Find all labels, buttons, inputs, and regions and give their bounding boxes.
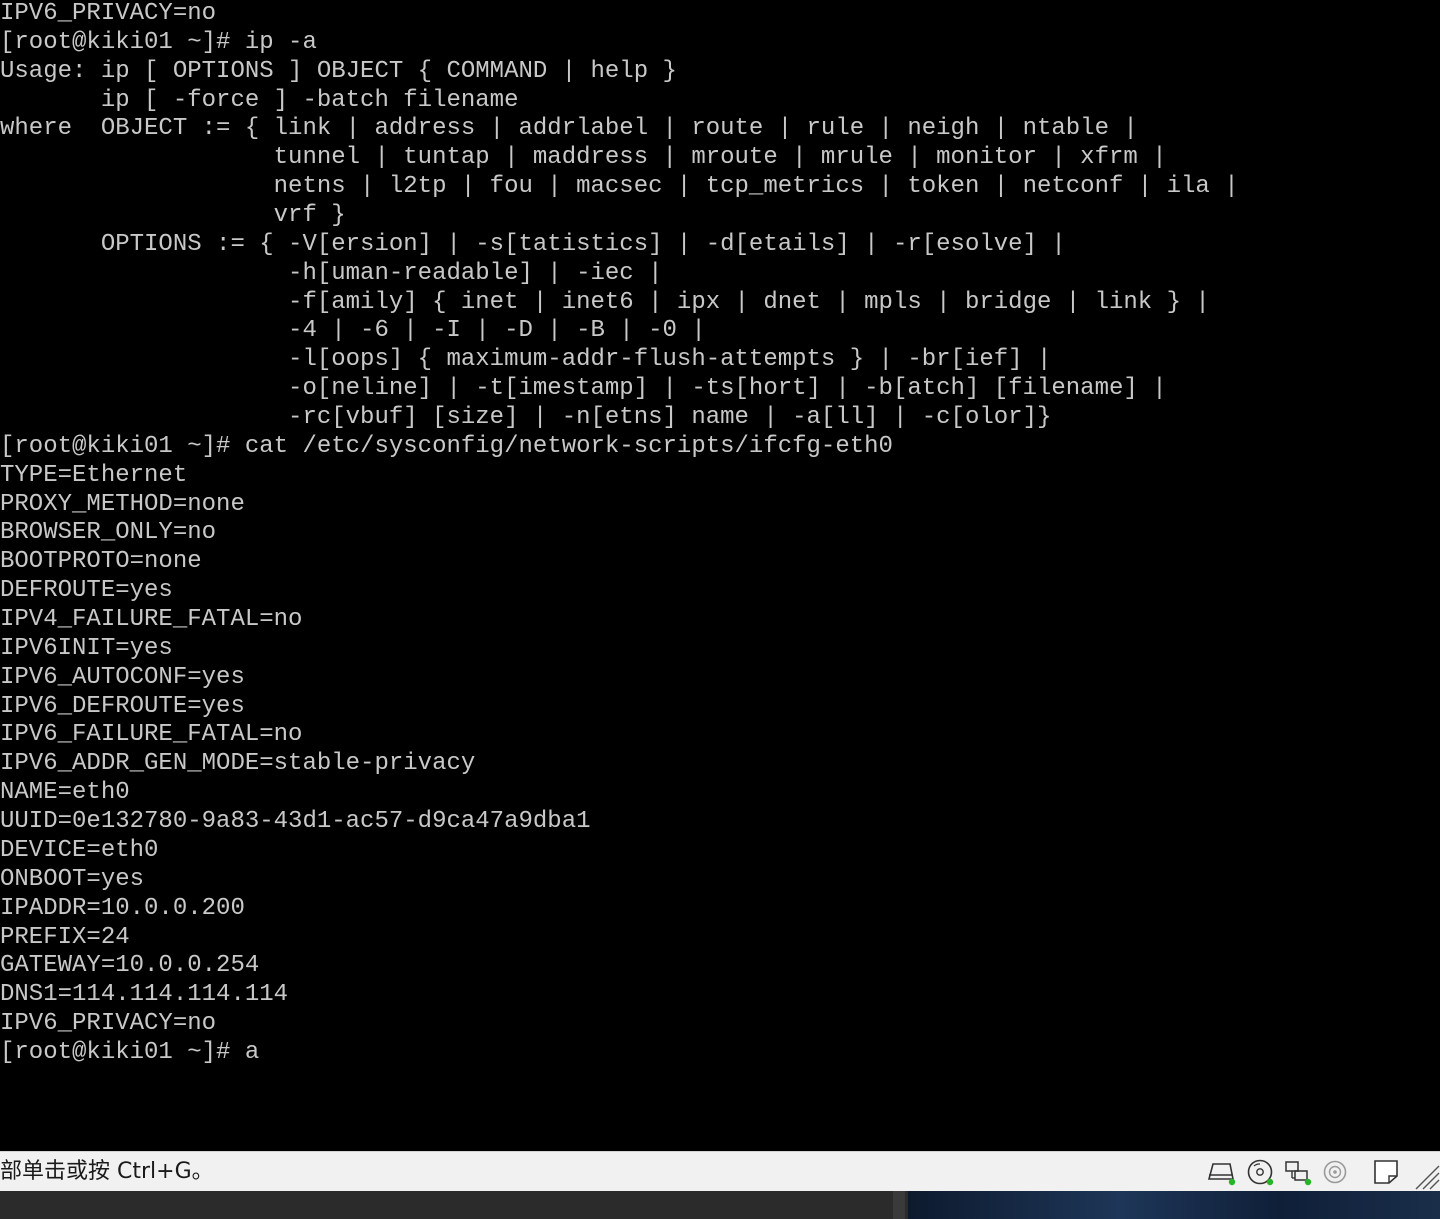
console-line: IPV6_DEFROUTE=yes [0, 692, 245, 720]
cd-dvd-icon[interactable] [1245, 1158, 1275, 1186]
console-line: IPV6_AUTOCONF=yes [0, 663, 245, 691]
console-line: vrf } [0, 202, 346, 230]
console-line: IPV6INIT=yes [0, 634, 173, 662]
console-line: -o[neline] | -t[imestamp] | -ts[hort] | … [0, 375, 1167, 403]
console-line: IPV6_PRIVACY=no [0, 1010, 217, 1038]
status-hint-text: 部单击或按 Ctrl+G。 [0, 1159, 214, 1184]
console-line: PROXY_METHOD=none [0, 490, 245, 518]
console-line: ONBOOT=yes [0, 865, 145, 893]
console-line: GATEWAY=10.0.0.254 [0, 952, 260, 980]
console-line: -rc[vbuf] [size] | -n[etns] name | -a[ll… [0, 404, 1052, 432]
console-line: BOOTPROTO=none [0, 548, 202, 576]
vm-status-bar: 部单击或按 Ctrl+G。 [0, 1151, 1440, 1191]
console-line: where OBJECT := { link | address | addrl… [0, 115, 1138, 143]
window-thumbnail[interactable] [908, 1191, 1440, 1219]
console-output: IPV6_PRIVACY=no [root@kiki01 ~]# ip -a U… [0, 0, 1239, 1068]
console-line: netns | l2tp | fou | macsec | tcp_metric… [0, 173, 1239, 201]
console-line: DEFROUTE=yes [0, 577, 173, 605]
host-taskbar [0, 1191, 1440, 1219]
console-line: IPV6_ADDR_GEN_MODE=stable-privacy [0, 750, 476, 778]
console-prompt-line: [root@kiki01 ~]# a [0, 1038, 260, 1066]
taskbar-divider [893, 1191, 905, 1219]
console-line: ip [ -force ] -batch filename [0, 86, 519, 114]
console-line: IPV6_FAILURE_FATAL=no [0, 721, 303, 749]
console-line: DEVICE=eth0 [0, 836, 159, 864]
console-line: [root@kiki01 ~]# cat /etc/sysconfig/netw… [0, 432, 893, 460]
console-line: IPADDR=10.0.0.200 [0, 894, 245, 922]
message-log-icon[interactable] [1371, 1158, 1401, 1186]
network-adapter-icon[interactable] [1283, 1158, 1313, 1186]
console-line: TYPE=Ethernet [0, 461, 188, 489]
console-line: -f[amily] { inet | inet6 | ipx | dnet | … [0, 288, 1210, 316]
console-line: PREFIX=24 [0, 923, 130, 951]
console-line: tunnel | tuntap | maddress | mroute | mr… [0, 144, 1167, 172]
console-line: -l[oops] { maximum-addr-flush-attempts }… [0, 346, 1052, 374]
console-line: IPV4_FAILURE_FATAL=no [0, 606, 303, 634]
console-line: [root@kiki01 ~]# ip -a [0, 28, 317, 56]
sound-card-icon[interactable] [1321, 1158, 1351, 1186]
console-line: -h[uman-readable] | -iec | [0, 259, 663, 287]
console-line: OPTIONS := { -V[ersion] | -s[tatistics] … [0, 230, 1066, 258]
console-line: Usage: ip [ OPTIONS ] OBJECT { COMMAND |… [0, 57, 677, 85]
hard-disk-icon[interactable] [1206, 1158, 1236, 1186]
console-line: NAME=eth0 [0, 779, 130, 807]
console-line: DNS1=114.114.114.114 [0, 981, 289, 1009]
console-line: -4 | -6 | -I | -D | -B | -0 | [0, 317, 706, 345]
resize-grip-icon[interactable] [1412, 1162, 1440, 1190]
console-line: IPV6_PRIVACY=no [0, 0, 217, 27]
console-line: BROWSER_ONLY=no [0, 519, 217, 547]
console-line: UUID=0e132780-9a83-43d1-ac57-d9ca47a9dba… [0, 808, 591, 836]
vm-console-screen[interactable]: IPV6_PRIVACY=no [root@kiki01 ~]# ip -a U… [0, 0, 1440, 1151]
